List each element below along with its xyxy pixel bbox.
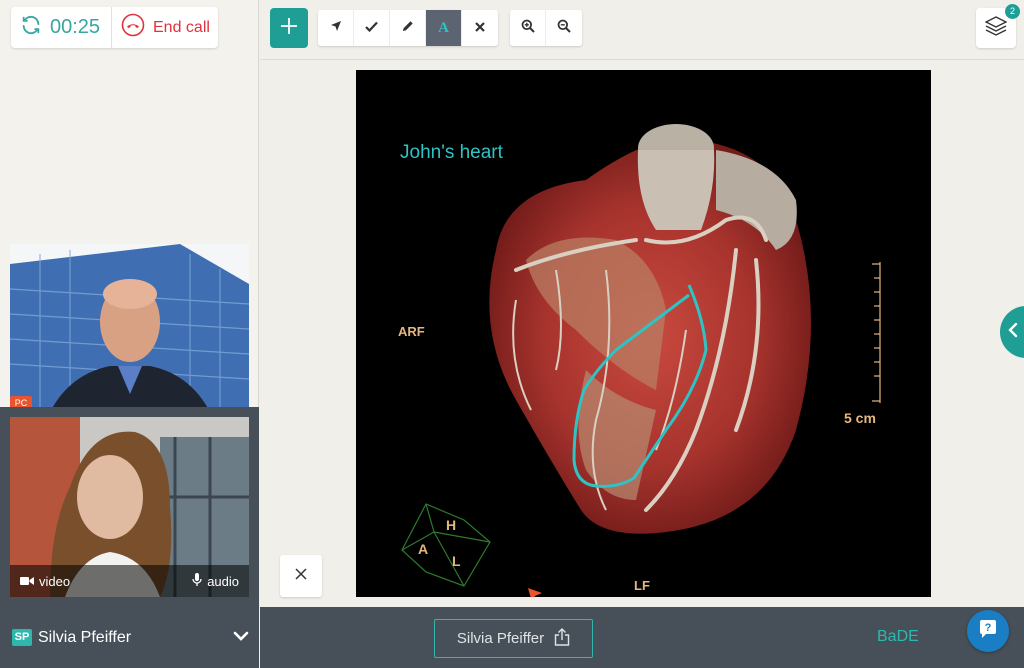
remote-video <box>10 244 249 412</box>
call-timer-text: 00:25 <box>50 16 101 38</box>
annotation-title[interactable]: John's heart <box>400 142 503 164</box>
label-lf: LF <box>634 578 650 593</box>
call-bar: 00:25 End call <box>11 7 218 48</box>
share-icon <box>554 627 570 650</box>
user-initials-badge: SP <box>12 629 32 646</box>
pencil-icon <box>402 19 414 37</box>
side-panel-toggle[interactable] <box>1000 306 1024 358</box>
text-icon: A <box>438 19 449 36</box>
call-timer: 00:25 <box>11 7 112 48</box>
add-button[interactable] <box>270 8 308 48</box>
end-call-label: End call <box>153 18 210 36</box>
close-icon <box>295 567 307 585</box>
zoom-in-button[interactable] <box>510 10 546 46</box>
user-name: Silvia Pfeiffer <box>38 628 132 646</box>
user-bar[interactable]: SP Silvia Pfeiffer <box>0 607 259 668</box>
pointer-tool-button[interactable] <box>318 10 354 46</box>
share-user-name: Silvia Pfeiffer <box>456 630 545 647</box>
text-tool-button[interactable]: A <box>426 10 462 46</box>
close-icon <box>475 19 485 37</box>
video-label: video <box>39 573 71 589</box>
bottom-bar: Silvia Pfeiffer BaDE ? <box>260 607 1024 668</box>
plus-icon <box>280 17 298 40</box>
scale-label: 5 cm <box>844 410 876 426</box>
refresh-icon[interactable] <box>20 14 42 41</box>
audio-label: audio <box>207 573 239 589</box>
canvas-area: H A L John's heart ARF LF 5 cm <box>260 60 1024 607</box>
check-icon <box>365 19 378 37</box>
phone-hangup-icon <box>121 13 145 42</box>
local-video-panel: video audio <box>0 407 259 607</box>
shared-image[interactable]: H A L John's heart ARF LF 5 cm <box>356 70 931 597</box>
video-toggle[interactable]: video <box>20 574 70 589</box>
room-label: BaDE <box>877 628 919 645</box>
cube-label-a: A <box>418 541 428 557</box>
pencil-tool-button[interactable] <box>390 10 426 46</box>
zoom-in-icon <box>521 19 535 38</box>
media-controls: video audio <box>10 565 249 597</box>
local-video: video audio <box>10 417 249 597</box>
zoom-out-icon <box>557 19 571 38</box>
help-button[interactable]: ? <box>967 610 1009 652</box>
annotation-toolbar: A 2 <box>260 0 1024 60</box>
left-panel: 00:25 End call PC video audio SP Silvia … <box>0 0 259 668</box>
video-camera-icon <box>20 574 34 589</box>
layers-icon <box>984 15 1008 41</box>
label-arf: ARF <box>398 324 425 339</box>
cube-label-h: H <box>446 517 456 533</box>
zoom-out-button[interactable] <box>546 10 582 46</box>
audio-toggle[interactable]: audio <box>192 572 239 590</box>
clear-tool-button[interactable] <box>462 10 498 46</box>
end-call-button[interactable]: End call <box>112 13 210 42</box>
chevron-left-icon <box>1008 322 1018 343</box>
microphone-icon <box>192 572 202 590</box>
share-screen-button[interactable]: Silvia Pfeiffer <box>434 619 593 658</box>
chevron-down-icon[interactable] <box>233 629 249 647</box>
cube-label-l: L <box>452 553 461 569</box>
check-tool-button[interactable] <box>354 10 390 46</box>
cursor-pointer-icon <box>528 588 542 597</box>
drawing-tools: A <box>318 10 498 46</box>
layers-count-badge: 2 <box>1005 4 1020 19</box>
close-image-button[interactable] <box>280 555 322 597</box>
help-chat-icon: ? <box>978 619 998 644</box>
svg-text:?: ? <box>985 622 992 634</box>
layers-button[interactable]: 2 <box>976 4 1020 48</box>
zoom-tools <box>510 10 582 46</box>
pointer-icon <box>330 19 342 37</box>
